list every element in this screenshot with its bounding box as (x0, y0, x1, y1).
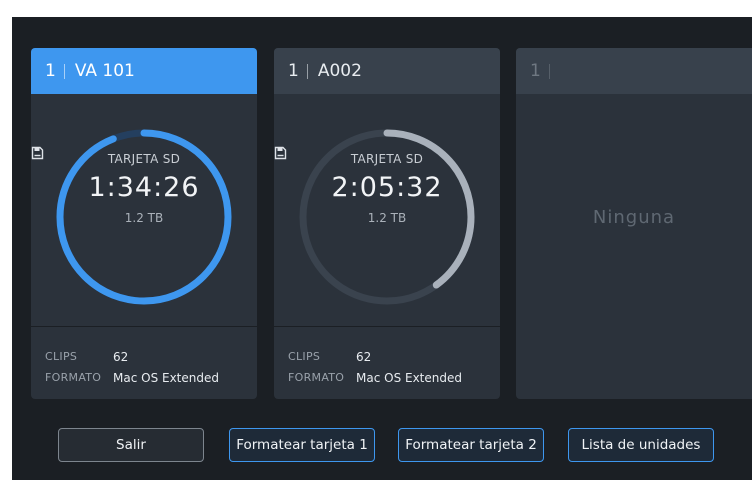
card-info: CLIPS 62 FORMATO Mac OS Extended (288, 346, 462, 388)
card-header: 1 (516, 48, 752, 94)
card-divider (274, 326, 500, 327)
clips-label: CLIPS (288, 350, 321, 363)
card-name: A002 (317, 61, 362, 81)
clips-label: CLIPS (45, 350, 78, 363)
capacity-label: 1.2 TB (367, 211, 407, 225)
format-value: Mac OS Extended (113, 370, 219, 385)
media-card-3[interactable]: 1 Ninguna (516, 48, 752, 399)
capacity-ring: TARJETA SD 2:05:32 1.2 TB (274, 94, 500, 326)
media-card-2[interactable]: 1 A002 TARJETA SD 2:05:32 1.2 TB CLIPS 6… (274, 48, 500, 399)
clips-value: 62 (113, 349, 129, 364)
format-card-2-button[interactable]: Formatear tarjeta 2 (398, 428, 544, 462)
empty-slot-label: Ninguna (592, 207, 676, 228)
clips-value: 62 (356, 349, 372, 364)
sd-card-icon (31, 146, 44, 160)
card-header: 1 VA 101 (31, 48, 257, 94)
slot-number: 1 (530, 61, 541, 81)
remaining-time: 2:05:32 (331, 172, 443, 203)
slot-number: 1 (45, 61, 56, 81)
format-value: Mac OS Extended (356, 370, 462, 385)
media-type-label: TARJETA SD (350, 152, 424, 166)
capacity-label: 1.2 TB (124, 211, 164, 225)
clips-row: CLIPS 62 (45, 346, 219, 367)
ring-text: TARJETA SD 2:05:32 1.2 TB (274, 146, 500, 225)
card-info: CLIPS 62 FORMATO Mac OS Extended (45, 346, 219, 388)
drive-list-button[interactable]: Lista de unidades (568, 428, 714, 462)
ring-text: TARJETA SD 1:34:26 1.2 TB (31, 146, 257, 225)
format-row: FORMATO Mac OS Extended (45, 367, 219, 388)
card-header: 1 A002 (274, 48, 500, 94)
media-screen: 1 VA 101 TARJETA SD 1:34:26 1.2 TB CLIPS… (12, 17, 752, 480)
slot-number: 1 (288, 61, 299, 81)
format-label: FORMATO (45, 371, 102, 384)
header-separator (548, 63, 550, 79)
card-divider (31, 326, 257, 327)
header-separator (63, 63, 65, 79)
media-card-1[interactable]: 1 VA 101 TARJETA SD 1:34:26 1.2 TB CLIPS… (31, 48, 257, 399)
format-label: FORMATO (288, 371, 345, 384)
format-row: FORMATO Mac OS Extended (288, 367, 462, 388)
media-type-label: TARJETA SD (107, 152, 181, 166)
format-card-1-button[interactable]: Formatear tarjeta 1 (229, 428, 375, 462)
header-separator (306, 63, 308, 79)
remaining-time: 1:34:26 (88, 172, 200, 203)
exit-button[interactable]: Salir (58, 428, 204, 462)
sd-card-icon (274, 146, 287, 160)
capacity-ring: TARJETA SD 1:34:26 1.2 TB (31, 94, 257, 326)
clips-row: CLIPS 62 (288, 346, 462, 367)
card-name: VA 101 (74, 61, 135, 81)
